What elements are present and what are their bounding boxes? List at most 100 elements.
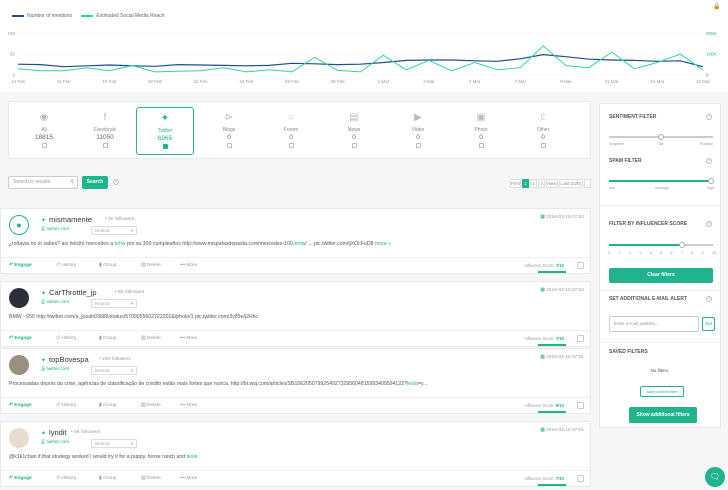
tab-forum[interactable]: ○ Forum 0 xyxy=(262,102,320,158)
set-email-button[interactable]: Set xyxy=(702,317,715,331)
source-link[interactable]: ⪠ twitter.com xyxy=(41,227,69,232)
tab-all[interactable]: ◉ All 18815 xyxy=(15,102,73,158)
x-tick-label: 15 Mar xyxy=(696,79,711,84)
keyword-highlight[interactable]: bmw xyxy=(294,241,305,247)
category-checkbox[interactable] xyxy=(41,143,47,148)
page-3[interactable]: 3 xyxy=(538,179,545,188)
engage-button[interactable]: ↶ Engage xyxy=(9,403,32,408)
sentiment-slider-handle[interactable] xyxy=(658,134,664,140)
spam-slider-handle[interactable] xyxy=(708,178,714,184)
username-link[interactable]: ✦ topBovespa xyxy=(41,355,89,364)
username-link[interactable]: ✦ mismamente xyxy=(41,215,92,224)
delete-button[interactable]: ▧ Delete xyxy=(141,336,161,341)
chat-icon[interactable]: 🗨 xyxy=(705,467,725,487)
history-button[interactable]: ↺ History xyxy=(56,403,76,408)
delete-button[interactable]: ▧ Delete xyxy=(141,476,161,481)
page-last[interactable]: Last (226) xyxy=(559,179,583,188)
spam-slider[interactable] xyxy=(609,180,713,182)
sentiment-select[interactable]: Neutral ▾ xyxy=(91,439,137,448)
sentiment-select[interactable]: Neutral ▾ xyxy=(91,299,137,308)
username-link[interactable]: ✦ lyndit xyxy=(41,428,67,437)
category-count: 11050 xyxy=(96,134,114,141)
select-all-checkbox[interactable] xyxy=(584,179,591,188)
history-button[interactable]: ↺ History xyxy=(56,336,76,341)
spam-help-icon[interactable]: ? xyxy=(706,158,712,164)
engage-button[interactable]: ↶ Engage xyxy=(9,476,32,481)
select-checkbox[interactable] xyxy=(577,402,584,409)
search-input[interactable]: Search in results ⚲ xyxy=(8,176,78,189)
clear-filters-button[interactable]: Clear filters xyxy=(609,268,713,283)
lock-icon[interactable]: 🔒 xyxy=(713,3,720,10)
tab-blogs[interactable]: ⊳ Blogs 0 xyxy=(200,102,258,158)
tab-twitter[interactable]: ✦ Twitter 6965 xyxy=(136,107,194,155)
legend-mentions[interactable]: Number of mentions xyxy=(12,13,72,19)
sentiment-select[interactable]: Neutral ▾ xyxy=(91,366,137,375)
tab-photo[interactable]: ▣ Photo 0 xyxy=(452,102,510,158)
tab-video[interactable]: ▶ Video 0 xyxy=(389,102,447,158)
source-link[interactable]: ⪠ twitter.com xyxy=(41,367,69,372)
twitter-icon: ✦ xyxy=(160,113,170,124)
source-link[interactable]: ⪠ twitter.com xyxy=(41,300,69,305)
avatar[interactable]: ● xyxy=(9,215,29,235)
tab-facebook[interactable]: f Facebook 11050 xyxy=(76,102,134,158)
history-button[interactable]: ↺ History xyxy=(56,476,76,481)
trash-icon: ▧ xyxy=(141,336,146,341)
reply-icon: ↶ xyxy=(9,476,14,481)
more-button[interactable]: ••• More xyxy=(180,403,197,408)
page-first[interactable]: First xyxy=(510,179,521,188)
save-current-filter-button[interactable]: Save current filter xyxy=(640,386,684,397)
sentiment-select[interactable]: Neutral ▾ xyxy=(91,226,137,235)
show-additional-filters-button[interactable]: Show additional filters xyxy=(629,407,697,423)
delete-button[interactable]: ▧ Delete xyxy=(141,263,161,268)
influencer-help-icon[interactable]: ? xyxy=(706,221,712,227)
select-checkbox[interactable] xyxy=(577,262,584,269)
keyword-highlight[interactable]: bmw xyxy=(115,241,126,247)
x-tick-label: 14 Feb xyxy=(11,79,26,84)
avatar[interactable] xyxy=(9,428,29,448)
more-button[interactable]: ••• More xyxy=(180,476,197,481)
source-link[interactable]: ⪠ twitter.com xyxy=(41,440,69,445)
page-2[interactable]: 2 xyxy=(530,179,537,188)
page-1[interactable]: 1 xyxy=(522,179,529,188)
group-button[interactable]: ▮ Group xyxy=(99,263,116,268)
sentiment-help-icon[interactable]: ? xyxy=(706,114,712,120)
more-link[interactable]: more » xyxy=(375,241,391,247)
influence-bar xyxy=(538,344,566,346)
category-checkbox[interactable] xyxy=(540,143,546,148)
category-checkbox[interactable] xyxy=(351,143,357,148)
tab-other[interactable]: ⫃ Other 0 xyxy=(514,102,572,158)
email-input[interactable]: Enter e-mail address... xyxy=(609,316,699,332)
username-link[interactable]: ✦ CarThrottle_jp xyxy=(41,288,97,297)
category-checkbox[interactable] xyxy=(162,144,168,149)
category-checkbox[interactable] xyxy=(288,143,294,148)
delete-button[interactable]: ▧ Delete xyxy=(141,403,161,408)
select-checkbox[interactable] xyxy=(577,335,584,342)
category-count: 18815 xyxy=(34,134,54,141)
chart-legend[interactable]: Number of mentions Estimated Social Medi… xyxy=(12,13,165,19)
page-next[interactable]: Next xyxy=(546,179,558,188)
avatar[interactable] xyxy=(9,355,29,375)
keyword-highlight[interactable]: tesla xyxy=(407,381,418,387)
keyword-highlight[interactable]: tesla xyxy=(187,454,198,460)
group-button[interactable]: ▮ Group xyxy=(99,403,116,408)
engage-button[interactable]: ↶ Engage xyxy=(9,336,32,341)
category-checkbox[interactable] xyxy=(102,143,108,148)
group-button[interactable]: ▮ Group xyxy=(99,476,116,481)
more-button[interactable]: ••• More xyxy=(180,263,197,268)
email-help-icon[interactable]: ? xyxy=(706,296,712,302)
legend-reach[interactable]: Estimated Social Media Reach xyxy=(81,13,165,19)
category-checkbox[interactable] xyxy=(478,143,484,148)
history-button[interactable]: ↺ History xyxy=(56,263,76,268)
search-button[interactable]: Search xyxy=(82,176,108,189)
select-checkbox[interactable] xyxy=(577,475,584,482)
influencer-slider-handle[interactable] xyxy=(678,242,685,248)
category-checkbox[interactable] xyxy=(415,143,421,148)
tab-news[interactable]: ▤ News 0 xyxy=(325,102,383,158)
avatar[interactable] xyxy=(9,288,29,308)
help-icon[interactable]: ? xyxy=(113,179,119,185)
x-tick-label: 26 Feb xyxy=(285,79,300,84)
category-checkbox[interactable] xyxy=(226,143,232,148)
engage-button[interactable]: ↶ Engage xyxy=(9,263,32,268)
group-button[interactable]: ▮ Group xyxy=(99,336,116,341)
more-button[interactable]: ••• More xyxy=(180,336,197,341)
